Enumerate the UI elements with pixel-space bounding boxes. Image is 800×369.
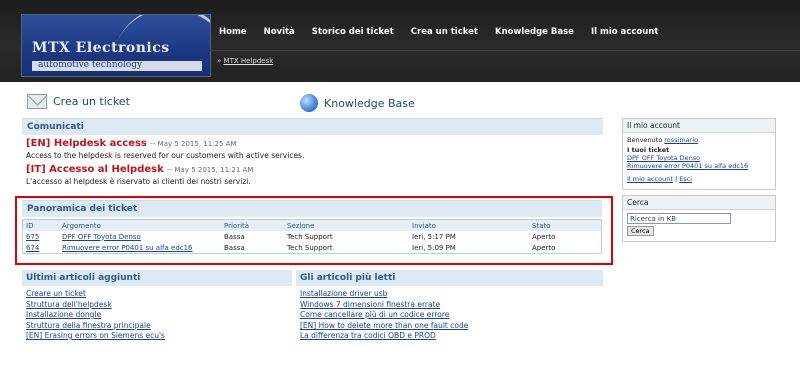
breadcrumb: » MTX Helpdesk	[217, 57, 273, 65]
brand-logo[interactable]: MTX Electronics automotive technology	[21, 14, 211, 77]
account-panel-title: Il mio account	[623, 119, 775, 133]
account-links: Il mio account | Esci	[627, 175, 771, 183]
col-section[interactable]: Sezione	[284, 222, 409, 230]
col-subject[interactable]: Argomento	[59, 222, 221, 230]
logout-link[interactable]: Esci	[679, 175, 692, 183]
ticket-sent: Ieri, 5:09 PM	[412, 243, 456, 252]
ticket-id-link[interactable]: 674	[26, 244, 39, 252]
announcement-title: [IT] Accesso al Helpdesk	[26, 164, 164, 175]
article-link[interactable]: [EN] Erasing errors on Siemens ecu's	[26, 331, 165, 340]
ticket-priority: Bassa	[224, 243, 245, 252]
ticket-id-link[interactable]: 675	[26, 233, 39, 241]
list-item: [EN] Erasing errors on Siemens ecu's	[26, 331, 292, 342]
article-link[interactable]: Installazione dongle	[26, 310, 101, 319]
list-item: Installazione driver usb	[300, 289, 603, 300]
create-ticket-action[interactable]: Crea un ticket	[27, 94, 130, 109]
announcement-item: [EN] Helpdesk access -- May 5 2015, 11:2…	[22, 138, 603, 160]
list-item: Installazione dongle	[26, 310, 292, 321]
link-separator: |	[674, 175, 678, 183]
account-panel: Il mio account Benvenuto rossimario. I t…	[622, 118, 776, 190]
announcement-item: [IT] Accesso al Helpdesk -- May 5 2015, …	[22, 164, 603, 186]
nav-home[interactable]: Home	[219, 27, 247, 37]
ticket-table: ID Argomento Priorità Sezione Inviato St…	[22, 219, 602, 254]
search-panel: Cerca Cerca	[622, 195, 776, 242]
header-divider	[210, 50, 800, 51]
article-link[interactable]: La differenza tra codici OBD e PROD	[300, 331, 436, 340]
article-link[interactable]: Struttura dell'helpdesk	[26, 300, 112, 309]
ticket-section: Tech Support	[287, 243, 333, 252]
article-link[interactable]: Come cancellare più di un codice errore	[300, 310, 449, 319]
ticket-status: Aperto	[532, 232, 556, 241]
welcome-text: Benvenuto	[627, 136, 663, 144]
table-header-row: ID Argomento Priorità Sezione Inviato St…	[23, 220, 601, 231]
article-link[interactable]: Installazione driver usb	[300, 289, 387, 298]
search-panel-title: Cerca	[623, 196, 775, 210]
list-item: [EN] How to delete more than one fault c…	[300, 321, 603, 332]
nav-knowledge-base[interactable]: Knowledge Base	[495, 27, 574, 37]
knowledge-base-action[interactable]: Knowledge Base	[300, 94, 415, 112]
nav-create-ticket[interactable]: Crea un ticket	[411, 27, 478, 37]
nav-news[interactable]: Novità	[264, 27, 295, 37]
announcement-date: -- May 5 2015, 11:25 AM	[150, 140, 237, 148]
announcements-title: Comunicati	[22, 118, 603, 135]
announcement-heading: [EN] Helpdesk access -- May 5 2015, 11:2…	[26, 138, 603, 149]
your-tickets-label: I tuoi ticket	[627, 146, 670, 154]
sidebar-ticket-link[interactable]: DPF OFF Toyota Denso	[627, 154, 700, 162]
list-item: La differenza tra codici OBD e PROD	[300, 331, 603, 342]
username-link[interactable]: rossimario	[664, 136, 698, 144]
col-priority[interactable]: Priorità	[221, 222, 284, 230]
latest-articles-title: Ultimi articoli aggiunti	[22, 270, 292, 286]
ticket-subject-link[interactable]: DPF OFF Toyota Denso	[62, 233, 141, 241]
announcement-date: -- May 5 2015, 11:21 AM	[167, 166, 254, 174]
ticket-status: Aperto	[532, 243, 556, 252]
announcement-heading: [IT] Accesso al Helpdesk -- May 5 2015, …	[26, 164, 603, 175]
knowledge-base-label[interactable]: Knowledge Base	[324, 97, 415, 110]
article-link[interactable]: Creare un ticket	[26, 289, 86, 298]
brand-tagline-bar: automotive technology	[32, 60, 202, 71]
list-item: Come cancellare più di un codice errore	[300, 310, 603, 321]
article-link[interactable]: Windows 7 dimensioni finestra errate	[300, 300, 440, 309]
table-row: 674 Rimuovere error P0401 su alfa edc16 …	[23, 242, 601, 253]
ticket-overview-title: Panoramica dei ticket	[22, 200, 602, 217]
col-sent[interactable]: Inviato	[409, 222, 529, 230]
main-nav: Home Novità Storico dei ticket Crea un t…	[219, 27, 675, 37]
breadcrumb-prefix: »	[217, 57, 222, 65]
brand-name: MTX Electronics	[32, 40, 170, 56]
announcement-body: Access to the helpdesk is reserved for o…	[26, 151, 305, 160]
sidebar-ticket-link[interactable]: Rimuovere error P0401 su alfa edc16	[627, 162, 748, 170]
search-button[interactable]: Cerca	[627, 226, 654, 236]
ticket-subject-link[interactable]: Rimuovere error P0401 su alfa edc16	[62, 244, 193, 252]
my-account-link[interactable]: Il mio account	[627, 175, 673, 183]
ticket-overview: Panoramica dei ticket ID Argomento Prior…	[22, 200, 602, 254]
breadcrumb-link[interactable]: MTX Helpdesk	[224, 57, 274, 65]
ticket-priority: Bassa	[224, 232, 245, 241]
announcement-body: L'accesso al helpdesk è riservato ai cli…	[26, 177, 251, 186]
search-input[interactable]	[627, 213, 731, 224]
create-ticket-label[interactable]: Crea un ticket	[53, 95, 130, 108]
nav-ticket-history[interactable]: Storico dei ticket	[312, 27, 394, 37]
list-item: Windows 7 dimensioni finestra errate	[300, 300, 603, 311]
brand-tagline: automotive technology	[38, 60, 143, 70]
nav-my-account[interactable]: Il mio account	[591, 27, 658, 37]
list-item: Struttura dell'helpdesk	[26, 300, 292, 311]
ticket-section: Tech Support	[287, 232, 333, 241]
popular-articles-title: Gli articoli più letti	[296, 270, 603, 286]
table-row: 675 DPF OFF Toyota Denso Bassa Tech Supp…	[23, 231, 601, 242]
popular-articles: Gli articoli più letti Installazione dri…	[296, 270, 603, 342]
envelope-icon	[27, 94, 47, 109]
list-item: Creare un ticket	[26, 289, 292, 300]
announcements-section: Comunicati [EN] Helpdesk access -- May 5…	[22, 118, 603, 186]
announcement-title: [EN] Helpdesk access	[26, 138, 147, 149]
article-link[interactable]: [EN] How to delete more than one fault c…	[300, 321, 468, 330]
article-link[interactable]: Struttura della finestra principale	[26, 321, 151, 330]
welcome-line: Benvenuto rossimario.	[627, 136, 701, 144]
ticket-sent: Ieri, 5:17 PM	[412, 232, 456, 241]
latest-articles: Ultimi articoli aggiunti Creare un ticke…	[22, 270, 292, 342]
site-header: MTX Electronics automotive technology Ho…	[0, 0, 800, 82]
globe-icon	[300, 94, 318, 112]
col-status[interactable]: Stato	[529, 222, 603, 230]
list-item: Struttura della finestra principale	[26, 321, 292, 332]
col-id[interactable]: ID	[23, 222, 59, 230]
